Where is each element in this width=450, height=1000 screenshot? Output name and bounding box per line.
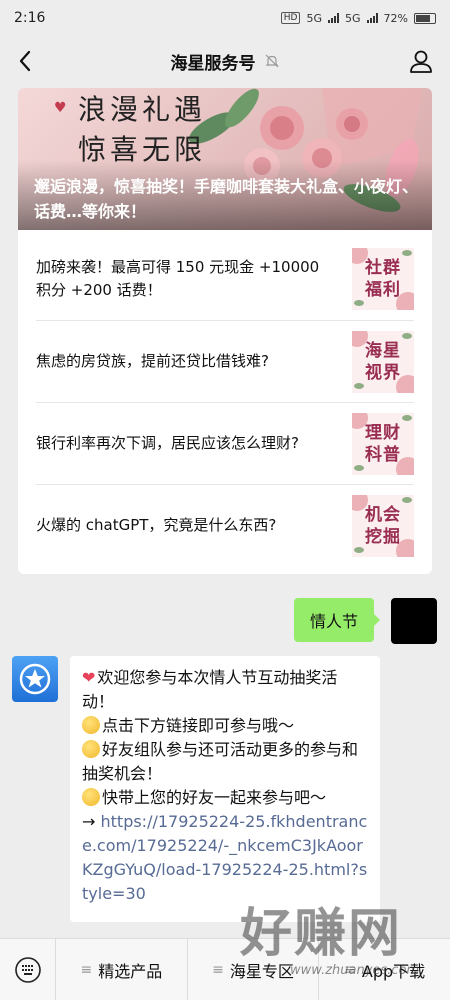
battery-icon [414,12,436,24]
article-thumbnail: 社群福利 [352,247,414,310]
heart-emoji-icon: ❤ [82,668,96,687]
network-label-2: 5G [345,11,361,25]
profile-button[interactable] [408,48,434,74]
chevron-left-icon [19,50,31,72]
message-line: 好友组队参与还可活动更多的参与和抽奖机会！ [82,738,368,786]
sent-message-text: 情人节 [310,612,359,631]
back-button[interactable] [12,48,38,74]
account-name: 海星服务号 [170,53,256,74]
article-title: 加磅来袭！最高可得 150 元现金 +10000 积分 +200 话费！ [36,257,320,299]
surprised-emoji-icon [82,788,100,806]
avatar[interactable] [391,598,437,644]
person-icon [410,50,432,73]
status-icons: HD 5G 5G 72% [280,11,436,25]
page-title: 海星服务号 [171,49,280,74]
network-label-1: 5G [306,11,323,25]
menu-item-label: 海星专区 [229,961,294,981]
menu-list-icon: ≡ [212,961,224,978]
menu-item-app[interactable]: ≡ App下载 [319,939,450,1000]
signal-icon [328,13,340,23]
mute-bell-icon [265,54,278,68]
article-thumbnail: 理财科普 [352,412,414,475]
menu-list-icon: ≡ [344,961,356,978]
thumbnail-label: 理财科普 [365,422,401,465]
star-logo-icon [19,663,51,695]
article-item[interactable]: 银行利率再次下调，居民应该怎么理财? 理财科普 [36,403,414,484]
received-message-bubble: ❤ 欢迎您参与本次情人节互动抽奖活动！ 点击下方链接即可参与哦～ 好友组队参与还可… [70,656,380,922]
menu-item-label: 精选产品 [98,961,163,981]
bottom-menu: ≡ 精选产品 ≡ 海星专区 ≡ App下载 [0,938,450,1000]
title-bar: 海星服务号 [0,36,450,86]
article-item[interactable]: 火爆的 chatGPT，究竟是什么东西? 机会挖掘 [36,485,414,566]
article-title: 焦虑的房贷族，提前还贷比借钱难? [36,352,269,370]
hero-banner[interactable]: ♥ 浪漫礼遇 惊喜无限 邂逅浪漫，惊喜抽奖！手磨咖啡套装大礼盒、小夜灯、话费…等… [18,88,432,230]
thumbnail-label: 社群福利 [365,257,401,300]
menu-item-label: App下载 [361,961,426,981]
status-time: 2:16 [14,10,46,26]
hero-caption: 邂逅浪漫，惊喜抽奖！手磨咖啡套装大礼盒、小夜灯、话费…等你来！ [34,177,419,221]
article-title: 银行利率再次下调，居民应该怎么理财? [36,434,299,452]
keyboard-toggle-button[interactable] [0,938,56,1000]
article-item[interactable]: 焦虑的房贷族，提前还贷比借钱难? 海星视界 [36,321,414,402]
hero-slogan: 浪漫礼遇 惊喜无限 [78,90,206,170]
message-text: 快带上您的好友一起来参与吧～ [102,788,327,807]
article-card: ♥ 浪漫礼遇 惊喜无限 邂逅浪漫，惊喜抽奖！手磨咖啡套装大礼盒、小夜灯、话费…等… [18,88,432,574]
campaign-link[interactable]: https://17925224-25.fkhdentrance.com/179… [82,812,367,903]
message-line: → https://17925224-25.fkhdentrance.com/1… [82,810,368,906]
thumbnail-label: 海星视界 [365,340,401,383]
message-line: ❤ 欢迎您参与本次情人节互动抽奖活动！ [82,666,368,714]
message-text: 好友组队参与还可活动更多的参与和抽奖机会！ [82,740,359,783]
sent-message-bubble[interactable]: 情人节 [294,598,381,642]
status-bar: 2:16 HD 5G 5G 72% [0,0,450,36]
heart-icon: ♥ [54,100,67,116]
thumbnail-label: 机会挖掘 [365,504,401,547]
menu-list-icon: ≡ [80,961,93,978]
hero-slogan-line1: 浪漫礼遇 [78,93,207,126]
message-text: 欢迎您参与本次情人节互动抽奖活动！ [82,668,338,711]
menu-item-zone[interactable]: ≡ 海星专区 [188,938,320,1000]
article-thumbnail: 机会挖掘 [352,494,414,557]
arrow-icon: → [82,812,96,831]
wink-emoji-icon [82,740,100,758]
menu-item-products[interactable]: ≡ 精选产品 [56,938,188,1000]
smirk-emoji-icon [82,716,100,734]
message-line: 点击下方链接即可参与哦～ [82,714,368,738]
service-account-avatar[interactable] [12,656,58,702]
article-thumbnail: 海星视界 [352,330,414,393]
message-line: 快带上您的好友一起来参与吧～ [82,786,368,810]
message-text: 点击下方链接即可参与哦～ [102,716,295,735]
signal-icon [366,13,378,23]
battery-percent: 72% [383,11,408,25]
article-title: 火爆的 chatGPT，究竟是什么东西? [36,516,277,534]
article-item[interactable]: 加磅来袭！最高可得 150 元现金 +10000 积分 +200 话费！ 社群福… [36,238,414,319]
keyboard-icon [14,956,41,983]
hd-badge: HD [280,12,301,24]
